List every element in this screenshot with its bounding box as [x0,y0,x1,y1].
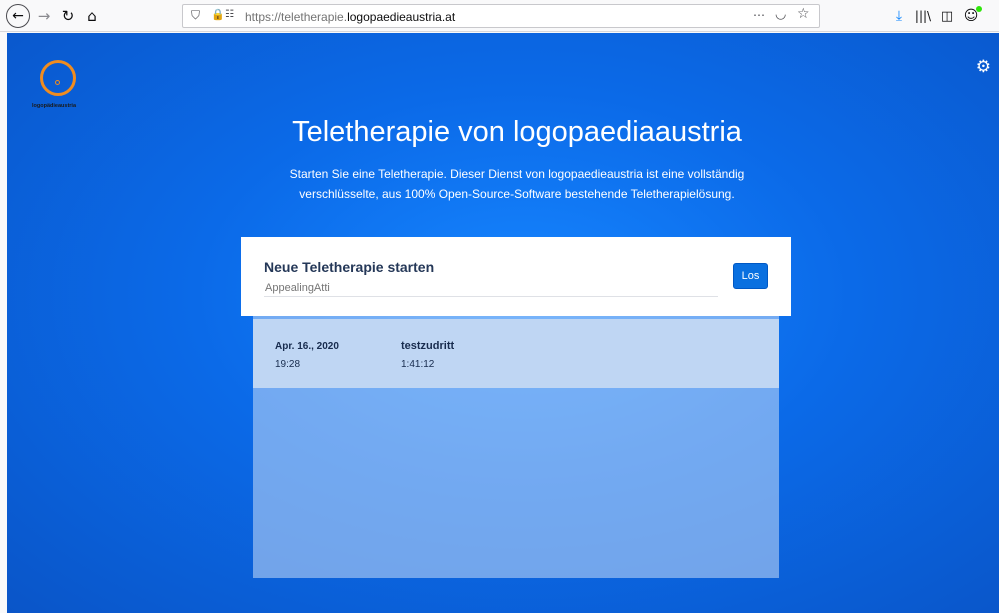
download-icon[interactable]: ⤓ [889,6,909,26]
page-subtitle: Starten Sie eine Teletherapie. Dieser Di… [7,164,999,204]
recent-date: Apr. 16., 2020 [275,341,339,352]
url-text[interactable]: https://teletherapie.logopaedieaustria.a… [245,10,455,24]
url-bar[interactable]: ⛉ 🔒 ☷ https://teletherapie.logopaedieaus… [182,4,820,28]
sidebar-icon[interactable]: ◫ [937,6,957,26]
more-icon[interactable]: ⋯ [753,8,765,22]
recent-duration: 1:41:12 [401,359,435,370]
go-button[interactable]: Los [733,263,768,289]
recent-list-item[interactable]: Apr. 16., 2020 19:28 testzudritt 1:41:12 [253,319,779,388]
recent-time: 19:28 [275,359,301,370]
start-meeting-title: Neue Teletherapie starten [264,259,435,275]
pocket-icon[interactable]: ◡ [775,7,786,22]
subtitle-line-1: Starten Sie eine Teletherapie. Dieser Di… [289,167,745,181]
start-meeting-card: Neue Teletherapie starten Los [241,237,791,316]
logo-text: logopädieaustria [32,103,77,109]
gear-icon[interactable]: ⚙ [976,57,991,77]
welcome-page: logopädieaustria ⚙ Teletherapie von logo… [7,33,999,613]
logo-ring [40,60,76,96]
logo[interactable]: logopädieaustria [32,58,92,118]
subtitle-line-2: verschlüsselte, aus 100% Open-Source-Sof… [299,187,735,201]
reload-button[interactable]: ↻ [58,6,78,26]
home-button[interactable]: ⌂ [82,6,102,26]
lock-icon[interactable]: 🔒 [211,8,225,21]
star-icon[interactable]: ☆ [797,6,810,22]
recent-room-name: testzudritt [401,340,455,352]
account-status-dot [976,6,982,12]
library-icon[interactable]: |||\ [913,6,933,26]
back-button[interactable]: ← [6,4,30,28]
forward-button[interactable]: → [34,6,54,26]
permissions-icon[interactable]: ☷ [225,9,234,20]
shield-icon[interactable]: ⛉ [191,8,200,23]
recent-list: Apr. 16., 2020 19:28 testzudritt 1:41:12 [253,316,779,578]
room-name-input[interactable] [264,279,718,297]
logo-dot [55,80,60,85]
page-title: Teletherapie von logopaediaaustria [292,116,742,148]
browser-toolbar: ← → ↻ ⌂ ⛉ 🔒 ☷ https://teletherapie.logop… [0,0,999,32]
